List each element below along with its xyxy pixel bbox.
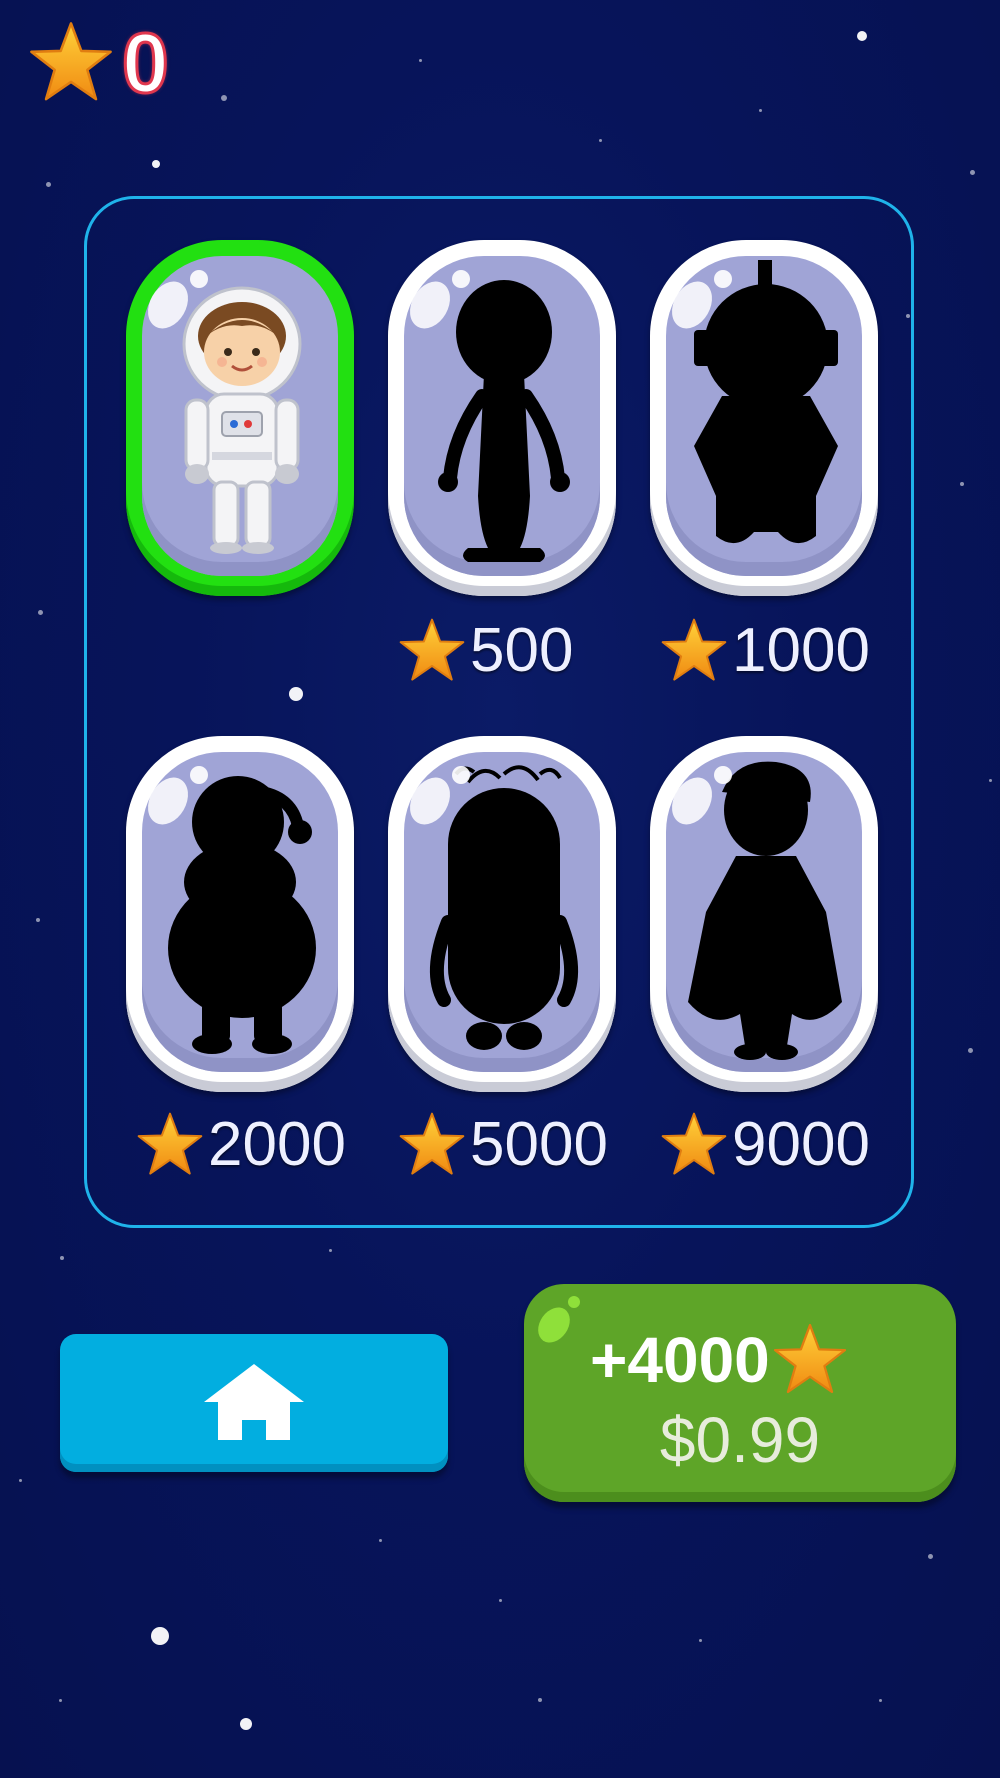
price-value: 2000 <box>208 1110 346 1179</box>
price-value: 5000 <box>470 1110 608 1179</box>
star-icon <box>661 1112 727 1175</box>
character-card-minion[interactable] <box>388 736 616 1092</box>
background-star <box>758 108 762 112</box>
price-label-robot: 1000 <box>660 616 870 686</box>
price-label-santa: 2000 <box>136 1110 346 1180</box>
character-card-astronaut[interactable] <box>126 240 354 596</box>
star-icon <box>661 618 727 681</box>
background-star <box>927 1553 933 1559</box>
background-star <box>988 778 992 782</box>
background-star <box>36 918 40 922</box>
background-star <box>698 1638 702 1642</box>
home-button[interactable] <box>60 1334 448 1472</box>
background-star <box>960 482 964 486</box>
background-star <box>152 160 160 168</box>
star-icon <box>399 1112 465 1175</box>
star-counter: 0 <box>28 16 171 110</box>
character-card-robot[interactable] <box>650 240 878 596</box>
background-star <box>18 1478 22 1482</box>
price-value: 1000 <box>732 616 870 685</box>
home-icon <box>204 1364 304 1440</box>
price-value: 9000 <box>732 1110 870 1179</box>
background-star <box>498 1598 502 1602</box>
background-star <box>878 1698 882 1702</box>
background-star <box>37 609 43 615</box>
price-label-superhero: 9000 <box>660 1110 870 1180</box>
star-icon <box>773 1323 846 1394</box>
buy-price-value: $0.99 <box>659 1404 821 1476</box>
buy-stars-amount: +4000 <box>590 1322 848 1398</box>
star-icon <box>137 1112 203 1175</box>
price-label-minion: 5000 <box>398 1110 608 1180</box>
background-star <box>598 138 602 142</box>
background-star <box>328 1248 332 1252</box>
buy-amount-value: +4000 <box>590 1324 770 1396</box>
background-star <box>45 181 51 187</box>
background-star <box>538 1698 542 1702</box>
background-star <box>967 1047 973 1053</box>
star-icon <box>399 618 465 681</box>
character-card-superhero[interactable] <box>650 736 878 1092</box>
character-card-alien[interactable] <box>388 240 616 596</box>
background-star <box>969 169 975 175</box>
background-star <box>60 1256 64 1260</box>
price-label-alien: 500 <box>398 616 573 686</box>
buy-stars-button[interactable]: +4000 $0.99 <box>524 1284 956 1502</box>
character-card-santa[interactable] <box>126 736 354 1092</box>
star-count-value: 0 <box>121 16 171 110</box>
background-star <box>240 1718 252 1730</box>
background-star <box>418 58 422 62</box>
price-value: 500 <box>470 616 574 685</box>
background-star <box>857 31 867 41</box>
background-star <box>58 1698 62 1702</box>
background-star <box>151 1627 169 1645</box>
background-star <box>221 95 227 101</box>
star-icon <box>30 22 112 101</box>
background-star <box>378 1538 382 1542</box>
